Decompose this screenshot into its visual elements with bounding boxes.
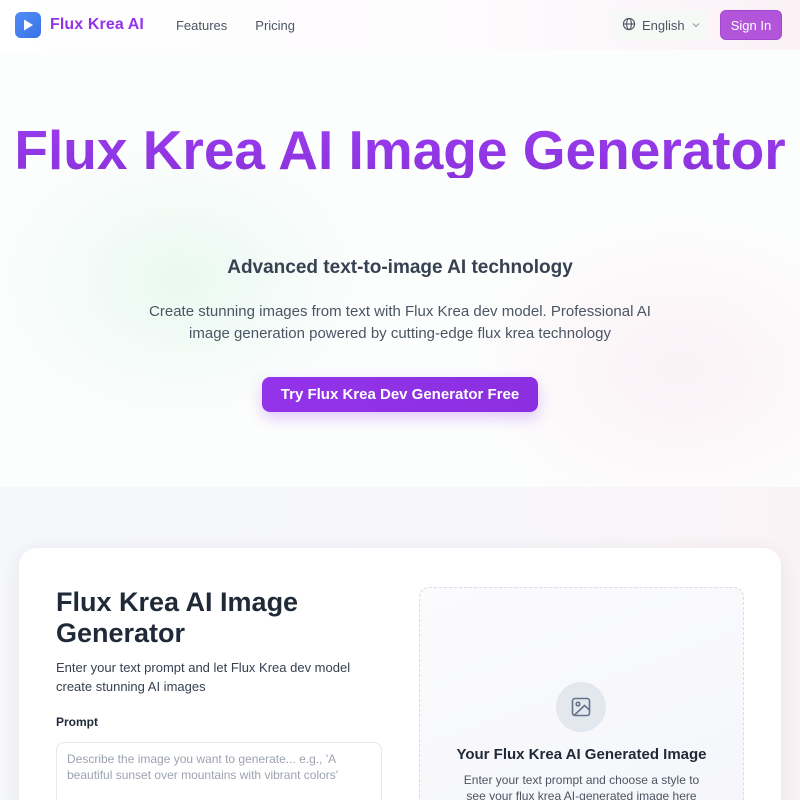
preview-description: Enter your text prompt and choose a styl… [463, 773, 700, 800]
prompt-label: Prompt [56, 715, 98, 729]
generator-title: Flux Krea AI Image Generator [56, 587, 299, 648]
globe-icon [622, 17, 636, 34]
chevron-down-icon [691, 18, 701, 33]
nav-link-pricing[interactable]: Pricing [255, 18, 295, 33]
main-nav: Features Pricing [176, 18, 295, 33]
language-label: English [642, 17, 685, 33]
language-select[interactable]: English [612, 10, 708, 40]
play-icon[interactable] [15, 12, 41, 38]
preview-title: Your Flux Krea AI Generated Image [456, 746, 707, 763]
hero-title: Flux Krea AI Image Generator [0, 122, 800, 178]
try-generator-button[interactable]: Try Flux Krea Dev Generator Free [262, 377, 538, 412]
hero-description: Create stunning images from text with Fl… [149, 303, 651, 342]
image-icon [556, 682, 606, 732]
nav-link-features[interactable]: Features [176, 18, 227, 33]
logo-text[interactable]: Flux Krea AI [50, 16, 144, 34]
hero-section: Flux Krea AI Image Generator Advanced te… [0, 50, 800, 487]
generator-description: Enter your text prompt and let Flux Krea… [56, 660, 351, 694]
sign-in-button[interactable]: Sign In [720, 10, 782, 40]
prompt-input[interactable] [56, 742, 382, 800]
hero-subtitle: Advanced text-to-image AI technology [227, 257, 573, 278]
